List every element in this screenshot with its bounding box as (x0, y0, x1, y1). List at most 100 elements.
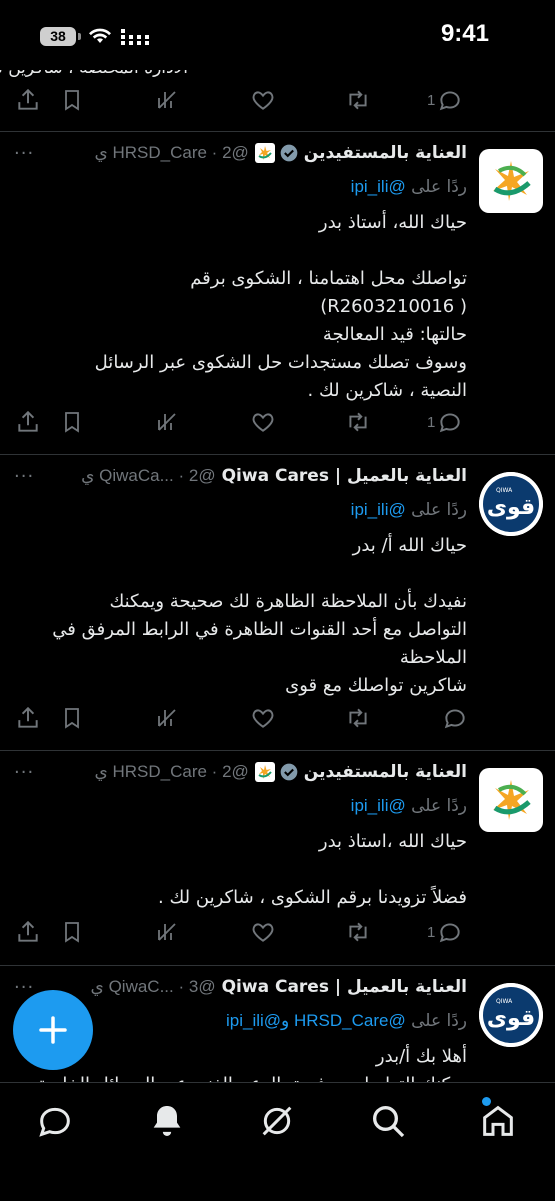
retweet-icon (349, 922, 367, 942)
author-name[interactable]: العناية بالعميل | Qiwa Cares (222, 977, 467, 997)
tab-communities[interactable] (257, 1101, 297, 1141)
reply-count: 1 (427, 91, 436, 109)
messages-icon (39, 1107, 70, 1137)
like-button[interactable] (250, 705, 276, 731)
views-icon (158, 413, 176, 431)
bookmark-button[interactable] (60, 409, 84, 435)
qiwa-arabic-label: قوى (487, 1006, 535, 1031)
views-button[interactable] (155, 705, 179, 731)
notifications-icon (153, 1106, 181, 1136)
bookmark-button[interactable] (60, 87, 84, 113)
reply-button[interactable]: 1 (427, 919, 463, 945)
author-handle[interactable]: @QiwaCa... · 2 ي (81, 466, 216, 486)
like-icon (252, 413, 274, 432)
bookmark-button[interactable] (60, 705, 84, 731)
reply-button[interactable] (440, 705, 468, 731)
tweet[interactable]: العناية بالمستفيدين @HRSD_Care · 2 ي ···… (0, 750, 555, 965)
avatar[interactable]: QIWA قوى (479, 983, 543, 1047)
reply-button[interactable]: 1 (427, 87, 463, 113)
tweet-line: ( R2603210016) (320, 296, 467, 317)
tweet-line: الملاحظة (399, 647, 467, 668)
tweet-body: حياك الله أ/ بدر نفيدك بأن الملاحظة الظا… (17, 532, 467, 700)
views-button[interactable] (155, 409, 179, 435)
tweet-body: حياك الله ،استاذ بدر فضلاً تزويدنا برقم … (17, 828, 467, 912)
tweet-line: حياك الله أ/ بدر (352, 535, 467, 556)
reply-to-label: ردًا على (411, 1011, 467, 1031)
avatar[interactable] (479, 768, 543, 832)
share-button[interactable] (15, 409, 41, 435)
qiwa-logo-icon: QIWA قوى (479, 472, 543, 536)
retweet-button[interactable] (344, 409, 372, 435)
tweet-line (17, 856, 467, 884)
share-icon (18, 88, 38, 110)
reply-mention-link[interactable]: @HRSD_Care و@ipi_ili (226, 1011, 406, 1030)
author-name[interactable]: العناية بالعميل | Qiwa Cares (222, 466, 467, 486)
tab-notifications[interactable] (147, 1101, 187, 1141)
share-button[interactable] (15, 705, 41, 731)
author-handle[interactable]: @HRSD_Care · 2 ي (94, 143, 248, 163)
tweet-line: شاكرين تواصلك مع قوى (285, 675, 467, 696)
tab-home[interactable] (478, 1101, 518, 1141)
views-button[interactable] (155, 87, 179, 113)
views-button[interactable] (155, 919, 179, 945)
battery-tip (78, 33, 81, 40)
communities-icon (262, 1106, 292, 1136)
tab-search[interactable] (368, 1101, 408, 1141)
verified-badge-icon (280, 144, 298, 162)
reply-to-label: ردًا على (411, 177, 467, 197)
retweet-button[interactable] (344, 919, 372, 945)
like-button[interactable] (250, 409, 276, 435)
tweet-body: حياك الله، أستاذ بدر تواصلك محل اهتمامنا… (17, 209, 467, 405)
reply-to-label: ردًا على (411, 796, 467, 816)
tab-messages[interactable] (35, 1101, 75, 1141)
reply-context: ردًا على @ipi_ili (351, 177, 467, 197)
reply-icon (440, 91, 460, 111)
more-options-button[interactable]: ··· (14, 466, 34, 487)
author-handle[interactable]: @HRSD_Care · 2 ي (94, 762, 248, 782)
previous-tweet-text-fragment: الأدارة المختصة ، شاكرين تواصلك . (0, 70, 188, 78)
views-icon (158, 923, 176, 941)
government-flag-icon (254, 143, 275, 163)
bookmark-button[interactable] (60, 919, 84, 945)
share-button[interactable] (15, 87, 41, 113)
more-options-button[interactable]: ··· (14, 762, 34, 783)
search-icon (373, 1106, 405, 1138)
tweet-line: يمكنك التواصل مع فريق الدعم الفني عبر ال… (17, 1071, 467, 1082)
status-bar: 38 9:41 (0, 0, 555, 70)
tweet-header: العناية بالعميل | Qiwa Cares @QiwaC... ·… (91, 977, 467, 997)
retweet-icon (349, 90, 367, 110)
reply-context: ردًا على @HRSD_Care و@ipi_ili (226, 1011, 467, 1031)
qiwa-small-label: QIWA (496, 487, 513, 494)
reply-icon (440, 413, 460, 433)
author-name[interactable]: العناية بالمستفيدين (304, 143, 467, 163)
avatar[interactable]: QIWA قوى (479, 472, 543, 536)
tweet-line: تواصلك محل اهتمامنا ، الشكوى برقم (190, 268, 467, 289)
reply-icon (444, 709, 465, 729)
bookmark-icon (65, 90, 79, 111)
home-unread-dot (482, 1097, 491, 1106)
compose-button[interactable] (13, 990, 93, 1070)
tweet-line: فضلاً تزويدنا برقم الشكوى ، شاكرين لك . (158, 887, 467, 908)
author-name[interactable]: العناية بالمستفيدين (304, 762, 467, 782)
tweet-actions: 1 (0, 87, 555, 117)
share-button[interactable] (15, 919, 41, 945)
reply-mention-link[interactable]: @ipi_ili (351, 796, 406, 815)
reply-mention-link[interactable]: @ipi_ili (351, 177, 406, 196)
reply-count: 1 (427, 413, 436, 431)
share-icon (18, 920, 38, 942)
battery-indicator: 38 (40, 27, 76, 46)
retweet-button[interactable] (344, 705, 372, 731)
author-handle[interactable]: @QiwaC... · 3 ي (91, 977, 216, 997)
reply-mention-link[interactable]: @ipi_ili (351, 500, 406, 519)
retweet-button[interactable] (344, 87, 372, 113)
reply-button[interactable]: 1 (427, 409, 463, 435)
avatar[interactable] (479, 149, 543, 213)
replies-feed[interactable]: الأدارة المختصة ، شاكرين تواصلك . 1 (0, 70, 555, 1082)
like-button[interactable] (250, 919, 276, 945)
share-icon (18, 706, 38, 728)
more-options-button[interactable]: ··· (14, 143, 34, 164)
tweet[interactable]: QIWA قوى العناية بالعميل | Qiwa Cares @Q… (0, 454, 555, 750)
like-button[interactable] (250, 87, 276, 113)
tweet-line: نفيدك بأن الملاحظة الظاهرة لك صحيحة ويمك… (109, 591, 467, 612)
hrsd-logo-icon (493, 161, 531, 201)
